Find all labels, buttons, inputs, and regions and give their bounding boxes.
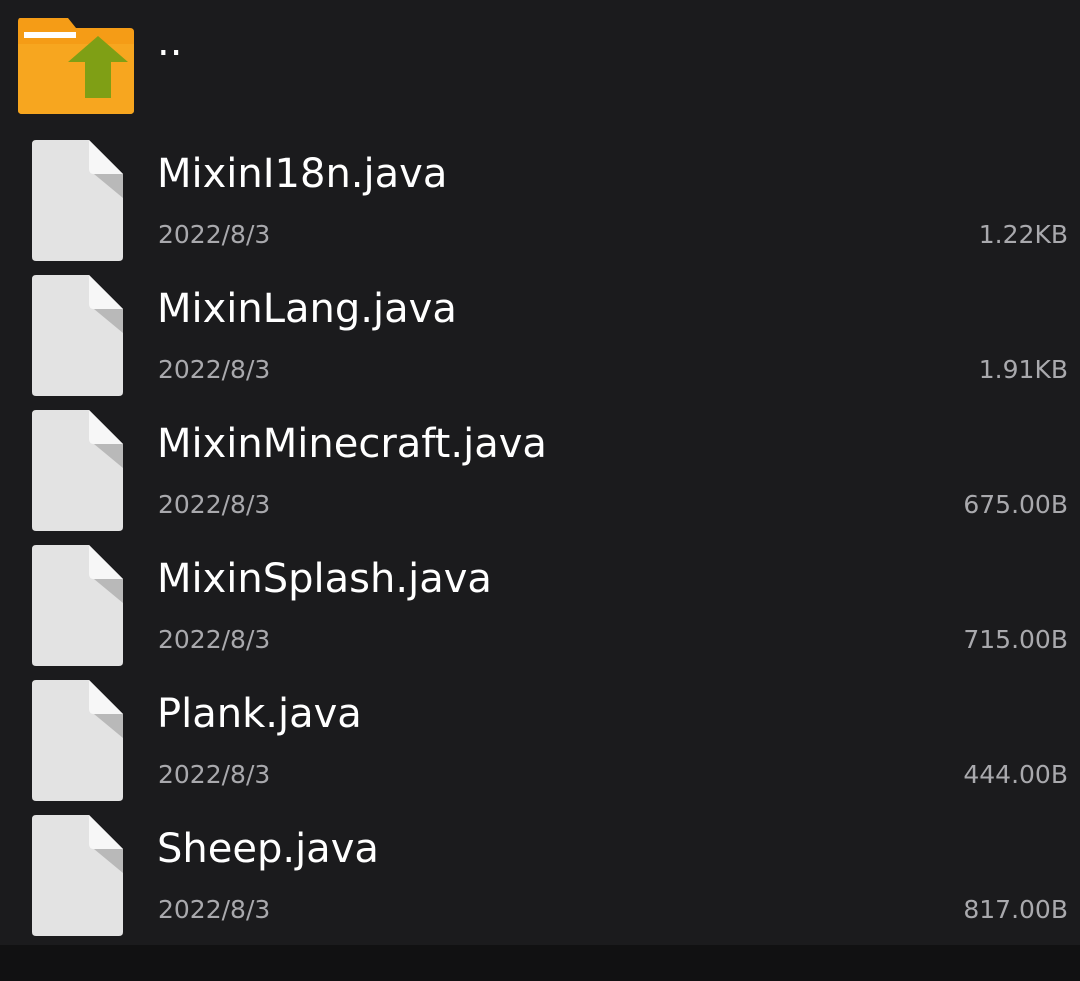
file-icon	[32, 545, 123, 666]
file-name: Plank.java	[157, 691, 362, 737]
file-icon	[32, 410, 123, 531]
file-row[interactable]: MixinSplash.java 2022/8/3 715.00B	[0, 540, 1080, 675]
parent-directory-row[interactable]: ..	[0, 0, 1080, 122]
file-list: .. MixinI18n.java 2022/8/3 1.22KB MixinL…	[0, 0, 1080, 945]
file-size: 817.00B	[963, 895, 1068, 924]
file-date: 2022/8/3	[158, 355, 271, 384]
file-icon	[32, 680, 123, 801]
file-size: 1.91KB	[978, 355, 1068, 384]
file-row[interactable]: Plank.java 2022/8/3 444.00B	[0, 675, 1080, 810]
file-row[interactable]: MixinI18n.java 2022/8/3 1.22KB	[0, 135, 1080, 270]
file-name: MixinLang.java	[157, 286, 457, 332]
file-icon	[32, 275, 123, 396]
file-size: 675.00B	[963, 490, 1068, 519]
file-row[interactable]: MixinMinecraft.java 2022/8/3 675.00B	[0, 405, 1080, 540]
file-date: 2022/8/3	[158, 760, 271, 789]
file-name: Sheep.java	[157, 826, 379, 872]
parent-directory-label: ..	[157, 19, 183, 65]
file-row[interactable]: Sheep.java 2022/8/3 817.00B	[0, 810, 1080, 945]
file-date: 2022/8/3	[158, 490, 271, 519]
file-row[interactable]: MixinLang.java 2022/8/3 1.91KB	[0, 270, 1080, 405]
file-name: MixinI18n.java	[157, 151, 448, 197]
folder-up-icon	[18, 18, 134, 114]
file-size: 1.22KB	[978, 220, 1068, 249]
file-icon	[32, 815, 123, 936]
file-icon	[32, 140, 123, 261]
file-name: MixinSplash.java	[157, 556, 492, 602]
file-size: 444.00B	[963, 760, 1068, 789]
file-date: 2022/8/3	[158, 895, 271, 924]
file-size: 715.00B	[963, 625, 1068, 654]
file-date: 2022/8/3	[158, 625, 271, 654]
file-date: 2022/8/3	[158, 220, 271, 249]
file-name: MixinMinecraft.java	[157, 421, 547, 467]
